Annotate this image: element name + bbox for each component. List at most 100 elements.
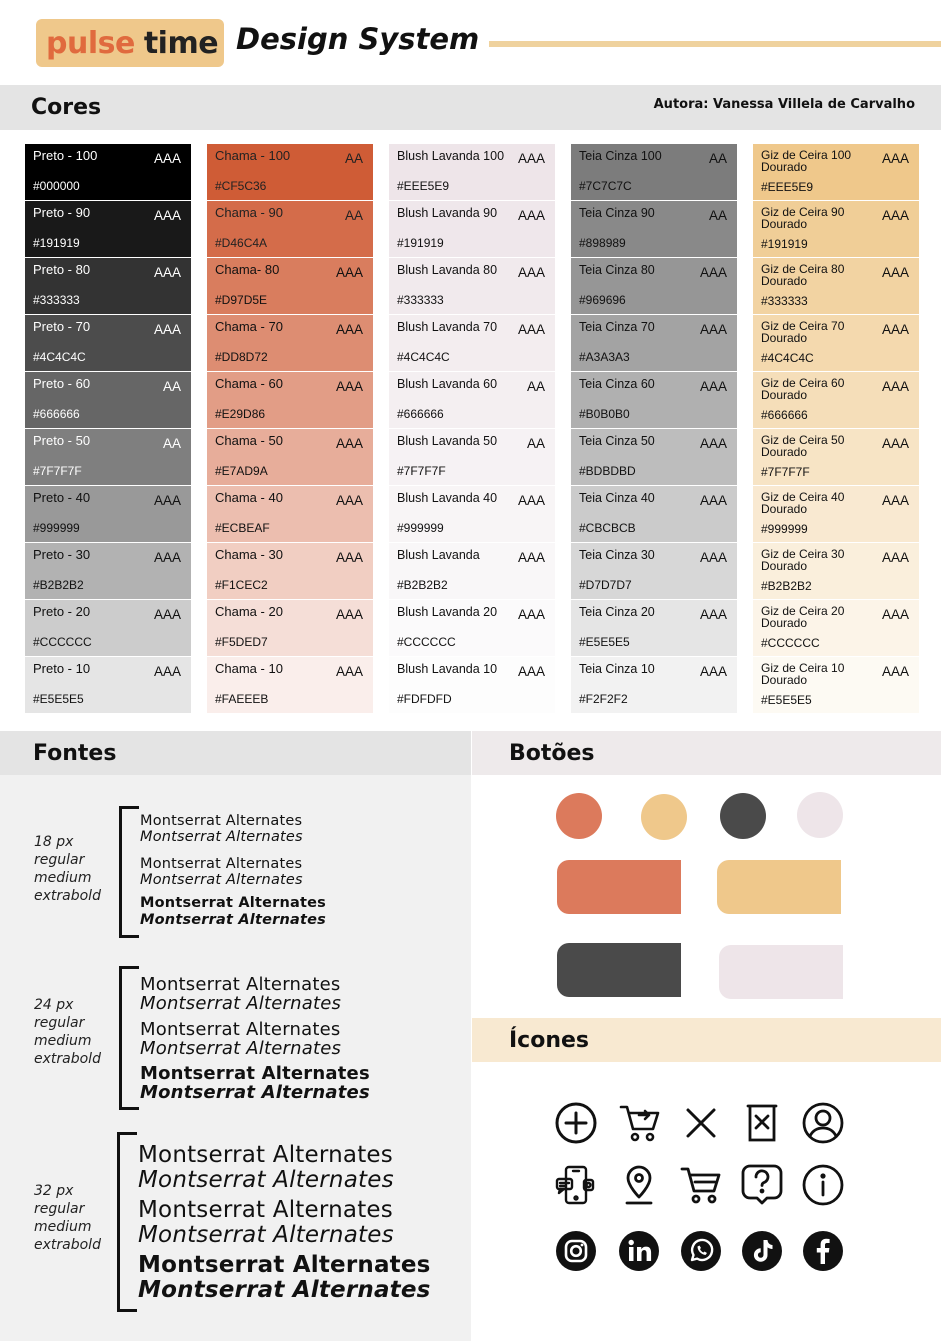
swatch-name: Giz de Ceira 40 Dourado	[761, 490, 845, 516]
fonts-panel: 18 px regular medium extrabold Montserra…	[0, 775, 471, 1341]
color-swatch: Chama - 70 AAA #DD8D72	[207, 315, 373, 371]
color-swatch: Chama - 90 AA #D46C4A	[207, 201, 373, 257]
delete-box-icon[interactable]	[740, 1101, 784, 1145]
palette-column-teia: Teia Cinza 100 AA #7C7C7C Teia Cinza 90 AA #8…	[571, 144, 737, 713]
color-swatch: Preto - 80 AAA #333333	[25, 258, 191, 314]
author-credit: Autora: Vanessa Villela de Carvalho	[653, 97, 915, 112]
button-lavanda[interactable]	[719, 945, 843, 999]
help-icon[interactable]	[740, 1163, 784, 1207]
contrast-rating-badge: AAA	[699, 322, 727, 337]
font-group-bracket	[119, 806, 139, 938]
color-swatch: Giz de Ceira 80 Dourado AAA #333333	[753, 258, 919, 314]
color-swatch: Giz de Ceira 40 Dourado AAA #999999	[753, 486, 919, 542]
color-swatch: Teia Cinza 20 AAA #E5E5E5	[571, 600, 737, 656]
contrast-rating-badge: AAA	[881, 550, 909, 565]
close-icon[interactable]	[679, 1101, 723, 1145]
swatch-hex: #FDFDFD	[397, 692, 452, 706]
contrast-rating-badge: AAA	[335, 550, 363, 565]
section-title-fontes: Fontes	[33, 740, 117, 766]
swatch-hex: #999999	[397, 521, 444, 535]
font-weight-medium: medium	[34, 1033, 92, 1049]
info-icon[interactable]	[801, 1163, 845, 1207]
color-swatch: Preto - 20 AAA #CCCCCC	[25, 600, 191, 656]
swatch-hex: #CCCCCC	[33, 635, 92, 649]
color-swatch: Blush Lavanda 90 AAA #191919	[389, 201, 555, 257]
swatch-hex: #ECBEAF	[215, 521, 270, 535]
swatch-name: Chama - 70	[215, 319, 283, 334]
swatch-name: Blush Lavanda 90	[397, 206, 498, 220]
swatch-hex: #333333	[397, 293, 444, 307]
button-preto[interactable]	[557, 943, 681, 997]
round-button-chama[interactable]	[556, 793, 602, 839]
swatch-hex: #191919	[33, 236, 80, 250]
color-swatch: Preto - 40 AAA #999999	[25, 486, 191, 542]
font-group-bracket	[117, 1132, 137, 1312]
cart-arrow-icon[interactable]	[617, 1101, 661, 1145]
color-swatch: Teia Cinza 40 AAA #CBCBCB	[571, 486, 737, 542]
cart-icon[interactable]	[679, 1163, 723, 1207]
color-swatch: Chama - 50 AAA #E7AD9A	[207, 429, 373, 485]
swatch-hex: #666666	[761, 408, 808, 422]
swatch-name: Chama- 80	[215, 262, 280, 277]
font-weight-medium: medium	[34, 870, 92, 886]
button-chama[interactable]	[557, 860, 681, 914]
color-swatch: Teia Cinza 70 AAA #A3A3A3	[571, 315, 737, 371]
font-sample-regular: Montserrat Alternates	[140, 974, 341, 995]
contrast-rating-badge: AAA	[335, 379, 363, 394]
swatch-hex: #BDBDBD	[579, 464, 636, 478]
contrast-rating-badge: AAA	[153, 151, 181, 166]
user-circle-icon[interactable]	[801, 1101, 845, 1145]
contrast-rating-badge: AAA	[881, 208, 909, 223]
round-button-preto[interactable]	[720, 793, 766, 839]
color-swatch: Preto - 60 AA #666666	[25, 372, 191, 428]
palette-column-preto: Preto - 100 AAA #000000 Preto - 90 AAA #19191…	[25, 144, 191, 713]
font-weight-regular: regular	[34, 852, 85, 868]
color-swatch: Preto - 50 AA #7F7F7F	[25, 429, 191, 485]
color-swatch: Blush Lavanda 50 AA #7F7F7F	[389, 429, 555, 485]
swatch-hex: #F5DED7	[215, 635, 268, 649]
swatch-hex: #191919	[761, 237, 808, 251]
tiktok-icon[interactable]	[740, 1229, 784, 1273]
round-button-lavanda[interactable]	[797, 792, 843, 838]
color-swatch: Blush Lavanda 70 AAA #4C4C4C	[389, 315, 555, 371]
swatch-name: Chama - 10	[215, 661, 283, 676]
contrast-rating-badge: AAA	[335, 607, 363, 622]
plus-circle-icon[interactable]	[554, 1101, 598, 1145]
font-weight-extrabold: extrabold	[34, 1051, 101, 1067]
font-sample-medium-italic: Montserrat Alternates	[140, 1038, 342, 1059]
logo: pulse time	[36, 19, 224, 67]
contrast-rating-badge: AA	[344, 208, 363, 223]
color-swatch: Preto - 90 AAA #191919	[25, 201, 191, 257]
font-group-24-samples: Montserrat Alternates Montserrat Alterna…	[140, 975, 370, 1102]
font-sample-regular-italic: Montserrat Alternates	[138, 1167, 394, 1193]
swatch-hex: #A3A3A3	[579, 350, 630, 364]
swatch-hex: #D97D5E	[215, 293, 268, 307]
font-weight-extrabold: extrabold	[34, 1237, 101, 1253]
swatch-hex: #CF5C36	[215, 179, 267, 193]
font-group-bracket	[119, 966, 139, 1110]
swatch-hex: #F1CEC2	[215, 578, 268, 592]
round-button-dourado[interactable]	[641, 794, 687, 840]
linkedin-icon[interactable]	[617, 1229, 661, 1273]
logo-pulse: pulse	[46, 25, 135, 61]
font-group-32-samples: Montserrat Alternates Montserrat Alterna…	[138, 1143, 431, 1303]
whatsapp-icon[interactable]	[679, 1229, 723, 1273]
swatch-hex: #B2B2B2	[397, 578, 448, 592]
color-swatch: Teia Cinza 60 AAA #B0B0B0	[571, 372, 737, 428]
button-dourado[interactable]	[717, 860, 841, 914]
color-swatch: Blush Lavanda 20 AAA #CCCCCC	[389, 600, 555, 656]
swatch-name: Preto - 50	[33, 433, 91, 448]
swatch-name: Teia Cinza 100	[579, 149, 662, 163]
section-title-botoes: Botões	[509, 740, 595, 766]
mobile-chat-icon[interactable]	[554, 1163, 598, 1207]
font-sample-regular-italic: Montserrat Alternates	[140, 829, 303, 845]
font-sample-medium: Montserrat Alternates	[138, 1197, 393, 1223]
color-swatch: Giz de Ceira 50 Dourado AAA #7F7F7F	[753, 429, 919, 485]
swatch-name: Giz de Ceira 100 Dourado	[761, 148, 852, 174]
swatch-hex: #666666	[33, 407, 80, 421]
instagram-icon[interactable]	[554, 1229, 598, 1273]
swatch-hex: #7F7F7F	[397, 464, 446, 478]
location-pin-icon[interactable]	[617, 1163, 661, 1207]
contrast-rating-badge: AAA	[153, 322, 181, 337]
facebook-icon[interactable]	[801, 1229, 845, 1273]
